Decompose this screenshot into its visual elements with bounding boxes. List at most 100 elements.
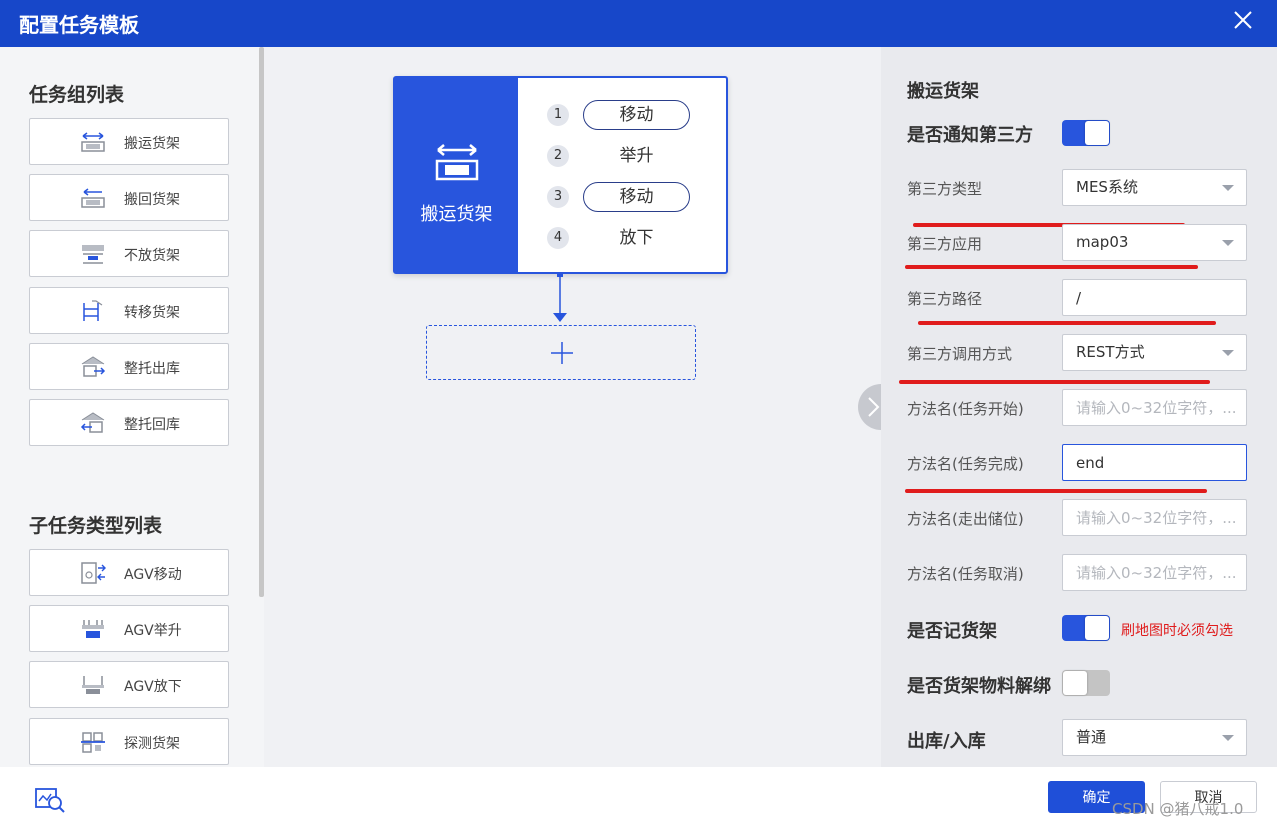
group-item-pallet-inbound[interactable]: 整托回库 [29,399,229,446]
select-value: 普通 [1076,728,1107,746]
step-1[interactable]: 1 移动 [547,100,697,130]
annotation-underline [905,265,1198,269]
toggle-knob [1085,616,1109,640]
group-item-shelf-transport[interactable]: 搬运货架 [29,118,229,165]
field-label-call-method: 第三方调用方式 [907,345,1013,363]
third-party-type-select[interactable]: MES系统 [1062,169,1247,206]
select-value: map03 [1076,233,1129,251]
subtask-item-agv-drop[interactable]: AGV放下 [29,661,229,708]
caret-down-icon [1222,240,1234,246]
step-number: 4 [547,227,569,249]
group-item-shelf-no-place[interactable]: 不放货架 [29,230,229,277]
connector-arrow-icon [553,273,567,322]
group-item-label: 搬回货架 [124,192,180,208]
annotation-underline [905,489,1207,493]
step-label: 移动 [583,100,690,130]
subtask-item-label: 探测货架 [124,736,180,752]
analytics-search-icon[interactable] [34,786,66,814]
field-label-third-party-path: 第三方路径 [907,290,983,308]
step-4[interactable]: 4 放下 [547,223,697,253]
shelf-transport-icon [81,132,105,152]
group-item-label: 转移货架 [124,305,180,321]
dialog-footer: 确定 取消 CSDN @猪八戒1.0 [0,767,1277,826]
step-2[interactable]: 2 举升 [547,141,697,171]
annotation-underline [918,321,1216,325]
select-value: REST方式 [1076,343,1145,361]
left-panel: 任务组列表 搬运货架 搬回货架 不放货架 转移货架 整托出库 整托回库 子任务类… [0,47,264,767]
group-item-label: 整托出库 [124,361,180,377]
close-icon[interactable] [1231,8,1255,32]
method-complete-input[interactable] [1062,444,1247,481]
task-card-header: 搬运货架 [395,78,518,272]
caret-down-icon [1222,185,1234,191]
step-3[interactable]: 3 移动 [547,182,697,212]
group-item-shelf-return[interactable]: 搬回货架 [29,174,229,221]
call-method-select[interactable]: REST方式 [1062,334,1247,371]
method-exit-slot-input[interactable] [1062,499,1247,536]
subtask-item-agv-lift[interactable]: AGV举升 [29,605,229,652]
add-step-button[interactable] [426,325,696,380]
subtask-item-shelf-detect[interactable]: 探测货架 [29,718,229,765]
plus-icon [551,342,573,364]
task-group-title: 任务组列表 [29,84,125,106]
shelf-transfer-icon [83,300,103,321]
step-label: 放下 [619,228,654,248]
shelf-detect-icon [81,732,105,753]
field-label-third-party-type: 第三方类型 [907,180,983,198]
dialog-titlebar: 配置任务模板 [0,0,1277,47]
unbind-material-label: 是否货架物料解绑 [907,676,1051,697]
field-label-third-party-app: 第三方应用 [907,235,983,253]
chevron-right-icon [868,397,880,417]
notify-third-party-label: 是否通知第三方 [907,125,1033,146]
group-item-label: 整托回库 [124,417,180,433]
subtask-item-agv-move[interactable]: AGV移动 [29,549,229,596]
field-label-method-start: 方法名(任务开始) [907,400,1024,418]
record-shelf-label: 是否记货架 [907,621,997,642]
watermark: CSDN @猪八戒1.0 [1112,800,1244,818]
step-label: 移动 [583,182,690,212]
dialog-title: 配置任务模板 [19,13,139,37]
third-party-app-select[interactable]: map03 [1062,224,1247,261]
group-item-shelf-transfer[interactable]: 转移货架 [29,287,229,334]
step-number: 3 [547,186,569,208]
pallet-outbound-icon [81,356,106,377]
step-number: 2 [547,145,569,167]
method-cancel-input[interactable] [1062,554,1247,591]
field-label-method-cancel: 方法名(任务取消) [907,565,1024,583]
shelf-transport-icon [435,144,479,181]
task-card-label: 搬运货架 [420,204,493,225]
pallet-inbound-icon [80,412,105,433]
field-label-method-complete: 方法名(任务完成) [907,455,1024,473]
caret-down-icon [1222,735,1234,741]
toggle-knob [1063,671,1087,695]
select-value: MES系统 [1076,178,1138,196]
record-shelf-hint: 刷地图时必须勾选 [1121,623,1233,639]
subtask-item-label: AGV放下 [124,679,182,695]
shelf-no-place-icon [82,245,104,264]
step-label: 举升 [619,146,654,166]
group-item-label: 搬运货架 [124,136,180,152]
third-party-path-input[interactable] [1062,279,1247,316]
group-item-pallet-outbound[interactable]: 整托出库 [29,343,229,390]
agv-drop-icon [82,676,104,694]
step-number: 1 [547,104,569,126]
field-label-method-exit-slot: 方法名(走出储位) [907,510,1024,528]
unbind-material-toggle[interactable] [1062,670,1110,696]
record-shelf-toggle[interactable] [1062,615,1110,641]
inout-label: 出库/入库 [907,731,986,752]
annotation-underline [899,380,1210,384]
caret-down-icon [1222,350,1234,356]
subtask-item-label: AGV举升 [124,623,182,639]
subtask-type-title: 子任务类型列表 [29,515,163,537]
method-start-input[interactable] [1062,389,1247,426]
notify-third-party-toggle[interactable] [1062,120,1110,146]
subtask-item-label: AGV移动 [124,567,182,583]
inout-select[interactable]: 普通 [1062,719,1247,756]
properties-title: 搬运货架 [907,81,979,102]
agv-lift-icon [82,620,104,638]
agv-move-icon [81,562,106,584]
task-card[interactable]: 搬运货架 1 移动 2 举升 3 移动 4 放下 [393,76,728,274]
group-item-label: 不放货架 [124,248,180,264]
flow-canvas: 搬运货架 1 移动 2 举升 3 移动 4 放下 [264,47,881,767]
shelf-return-icon [81,188,105,208]
